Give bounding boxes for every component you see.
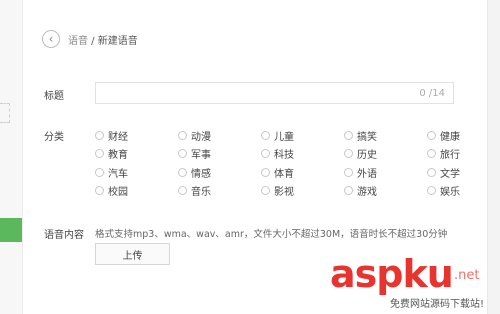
radio-circle-icon[interactable]	[344, 167, 353, 177]
category-option[interactable]: 文学	[427, 163, 500, 182]
category-option[interactable]: 教育	[95, 145, 178, 164]
category-option-label: 体育	[274, 168, 294, 180]
category-option[interactable]: 情感	[178, 163, 261, 182]
category-option-label: 科技	[274, 150, 294, 162]
category-option[interactable]: 历史	[344, 145, 427, 164]
radio-circle-icon[interactable]	[344, 130, 353, 140]
radio-circle-icon[interactable]	[178, 186, 187, 196]
breadcrumb-current: 新建语音	[97, 35, 138, 47]
category-option-label: 健康	[440, 131, 460, 143]
breadcrumb: 语音 / 新建语音	[68, 32, 138, 47]
radio-circle-icon[interactable]	[261, 167, 270, 177]
category-radio-group: 财经 动漫 儿童 搞笑 健康教育 军事 科技 历史 旅行汽车 情感 体育 外语 文学校园 音乐 影视 游戏 娱乐	[95, 126, 500, 200]
radio-circle-icon[interactable]	[344, 149, 353, 159]
radio-circle-icon[interactable]	[344, 186, 353, 196]
category-option[interactable]: 军事	[178, 145, 261, 164]
radio-circle-icon[interactable]	[261, 130, 270, 140]
category-option[interactable]: 娱乐	[427, 182, 500, 201]
category-option[interactable]: 动漫	[178, 126, 261, 145]
watermark-tld: .net	[454, 268, 480, 283]
radio-circle-icon[interactable]	[95, 186, 104, 196]
category-option[interactable]: 游戏	[344, 182, 427, 201]
breadcrumb-separator: /	[88, 35, 98, 47]
category-option-label: 财经	[108, 131, 128, 143]
radio-circle-icon[interactable]	[178, 149, 187, 159]
category-option[interactable]: 搞笑	[344, 126, 427, 145]
watermark-subtitle: 免费网站源码下载站!	[390, 299, 485, 310]
watermark-main: aspku	[330, 252, 454, 296]
category-option-label: 旅行	[440, 150, 460, 162]
category-option[interactable]: 音乐	[178, 182, 261, 201]
category-option-label: 影视	[274, 187, 294, 199]
category-option-label: 动漫	[191, 131, 211, 143]
category-option-label: 汽车	[108, 168, 128, 180]
audio-format-hint: 格式支持mp3、wma、wav、amr，文件大小不超过30M，语音时长不超过30…	[95, 229, 448, 240]
category-option[interactable]: 儿童	[261, 126, 344, 145]
category-option[interactable]: 汽车	[95, 163, 178, 182]
radio-circle-icon[interactable]	[95, 149, 104, 159]
category-option-label: 娱乐	[440, 187, 460, 199]
radio-circle-icon[interactable]	[95, 130, 104, 140]
category-option-label: 音乐	[191, 187, 211, 199]
category-option-label: 校园	[108, 187, 128, 199]
category-option-label: 文学	[440, 168, 460, 180]
radio-circle-icon[interactable]	[427, 130, 436, 140]
radio-circle-icon[interactable]	[95, 167, 104, 177]
category-option[interactable]: 科技	[261, 145, 344, 164]
title-label: 标题	[44, 91, 64, 102]
category-option-label: 军事	[191, 150, 211, 162]
audio-content-label: 语音内容	[44, 230, 84, 241]
radio-circle-icon[interactable]	[261, 149, 270, 159]
category-option[interactable]: 影视	[261, 182, 344, 201]
breadcrumb-parent-link[interactable]: 语音	[68, 36, 88, 47]
category-option-label: 外语	[357, 168, 377, 180]
radio-circle-icon[interactable]	[427, 149, 436, 159]
category-option[interactable]: 财经	[95, 126, 178, 145]
category-option[interactable]: 外语	[344, 163, 427, 182]
title-char-counter: 0 /14	[419, 88, 445, 99]
radio-circle-icon[interactable]	[178, 167, 187, 177]
radio-circle-icon[interactable]	[178, 130, 187, 140]
radio-circle-icon[interactable]	[427, 186, 436, 196]
category-option-label: 教育	[108, 150, 128, 162]
category-option[interactable]: 体育	[261, 163, 344, 182]
chevron-left-icon[interactable]: ‹	[42, 30, 60, 48]
page-header: ‹ 语音 / 新建语音	[42, 28, 138, 50]
sidebar-green-button[interactable]	[0, 218, 22, 242]
radio-circle-icon[interactable]	[261, 186, 270, 196]
title-input[interactable]: 0 /14	[95, 82, 454, 104]
category-option-label: 搞笑	[357, 131, 377, 143]
upload-button[interactable]: 上传	[95, 243, 170, 265]
left-sidebar	[0, 0, 23, 314]
category-option-label: 游戏	[357, 187, 377, 199]
radio-circle-icon[interactable]	[427, 167, 436, 177]
sidebar-dashed-box	[0, 103, 10, 123]
category-option-label: 儿童	[274, 131, 294, 143]
watermark: aspku .net 免费网站源码下载站!	[330, 254, 490, 314]
category-option[interactable]: 校园	[95, 182, 178, 201]
category-label: 分类	[44, 132, 64, 143]
category-option[interactable]: 旅行	[427, 145, 500, 164]
category-option-label: 历史	[357, 150, 377, 162]
category-option[interactable]: 健康	[427, 126, 500, 145]
category-option-label: 情感	[191, 168, 211, 180]
